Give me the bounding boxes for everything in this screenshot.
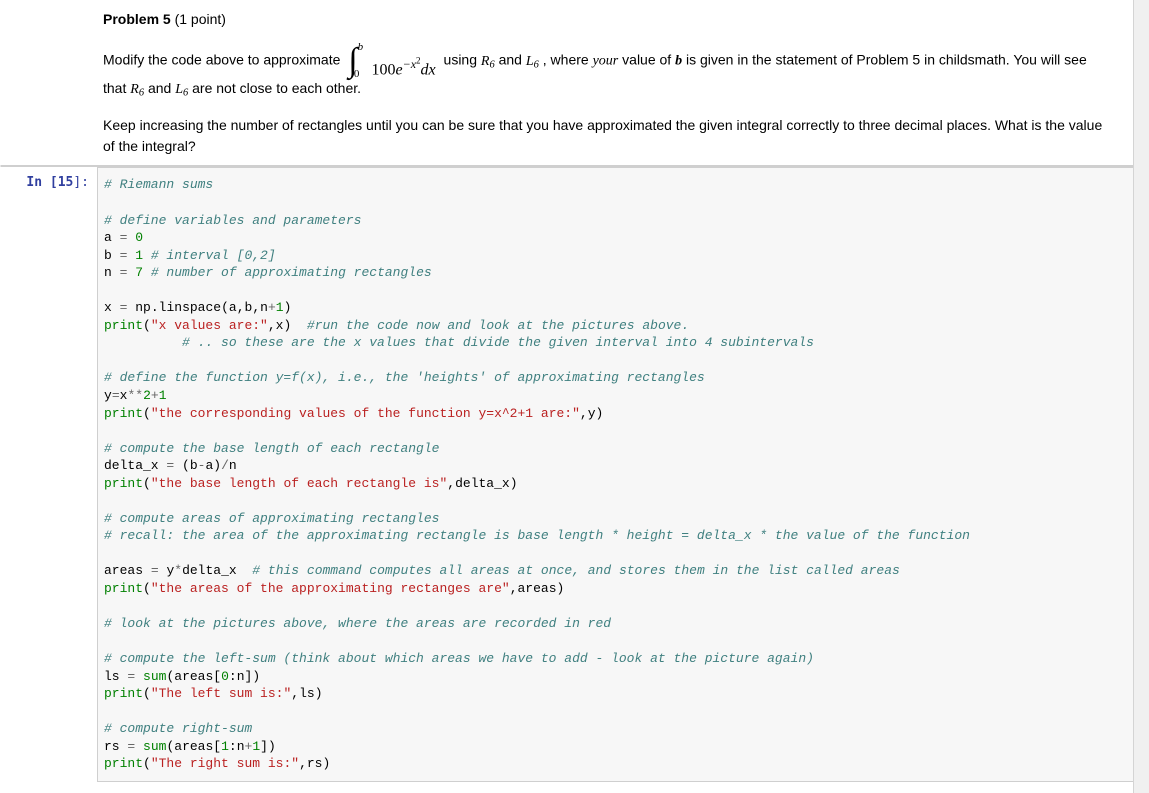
b-var: b bbox=[675, 54, 682, 69]
text-fragment: using bbox=[444, 52, 481, 68]
text-fragment: , where bbox=[543, 52, 593, 68]
markdown-cell: Problem 5 (1 point) Modify the code abov… bbox=[0, 0, 1149, 166]
markdown-content: Problem 5 (1 point) Modify the code abov… bbox=[97, 1, 1149, 165]
problem-title-line: Problem 5 (1 point) bbox=[103, 9, 1109, 30]
integral-upper-limit: b bbox=[358, 42, 364, 53]
problem-body-2: Keep increasing the number of rectangles… bbox=[103, 115, 1109, 157]
text-fragment: value of bbox=[622, 52, 675, 68]
L6-again: L6 bbox=[175, 82, 188, 97]
code-editor[interactable]: # Riemann sums # define variables and pa… bbox=[97, 167, 1148, 782]
code-prompt: In [15]: bbox=[1, 167, 97, 782]
R6: R6 bbox=[481, 54, 495, 69]
code-cell[interactable]: In [15]: # Riemann sums # define variabl… bbox=[0, 166, 1149, 782]
integral-lower-limit: 0 bbox=[354, 69, 360, 80]
your-italic: your bbox=[593, 54, 619, 69]
text-fragment: and bbox=[499, 52, 526, 68]
integral-expression: ∫ b 0 100e−x2dx bbox=[344, 44, 439, 78]
R6-again: R6 bbox=[130, 82, 144, 97]
L6: L6 bbox=[526, 54, 539, 69]
problem-points: (1 point) bbox=[171, 11, 226, 27]
scrollbar-track[interactable] bbox=[1133, 0, 1149, 793]
integrand: 100e−x2dx bbox=[361, 57, 435, 79]
problem-title: Problem 5 bbox=[103, 11, 171, 27]
text-fragment: and bbox=[148, 80, 175, 96]
text-fragment: Modify the code above to approximate bbox=[103, 52, 344, 68]
text-fragment: are not close to each other. bbox=[192, 80, 361, 96]
integral-sign-icon: ∫ b 0 bbox=[348, 44, 357, 78]
problem-body-1: Modify the code above to approximate ∫ b… bbox=[103, 44, 1109, 101]
